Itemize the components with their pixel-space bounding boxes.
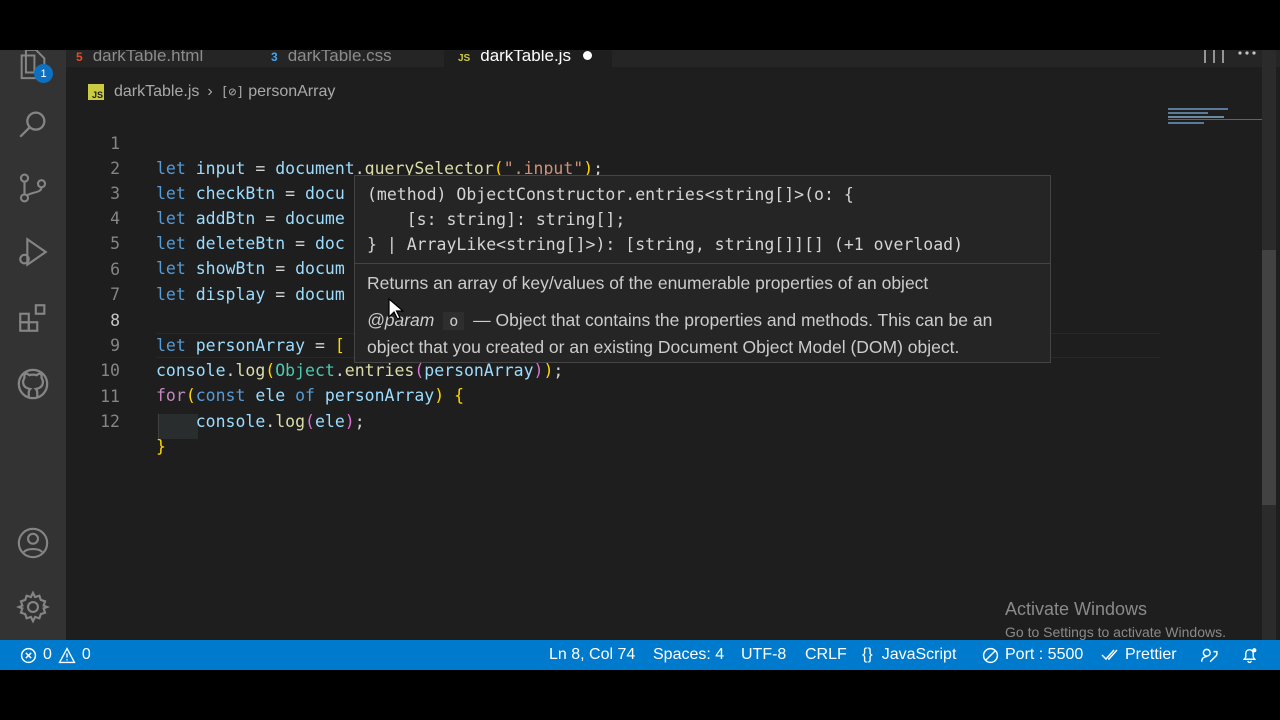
run-debug-icon[interactable] — [13, 232, 53, 272]
search-icon[interactable] — [13, 104, 53, 144]
vscode-window: 1 5 darkTable.html 3 darkTable.css JS da… — [0, 50, 1280, 670]
breadcrumb: JS darkTable.js › [⊘] personArray — [88, 80, 335, 104]
code-line-11: console.log(ele); — [195, 412, 365, 431]
warning-icon — [58, 646, 76, 663]
watermark-title: Activate Windows — [1005, 599, 1148, 619]
settings-gear-icon[interactable] — [13, 587, 53, 627]
notifications-bell-icon[interactable] — [1241, 640, 1264, 670]
error-icon — [20, 647, 37, 663]
indentation-setting[interactable]: Spaces: 4 — [653, 640, 724, 670]
css3-icon: 3 — [271, 50, 278, 64]
watermark-subtitle: Go to Settings to activate Windows. — [1005, 624, 1226, 640]
hover-tooltip: (method) ObjectConstructor.entries<strin… — [354, 175, 1051, 363]
double-check-icon — [1101, 649, 1118, 661]
tab-darktable-html[interactable]: 5 darkTable.html — [76, 50, 261, 67]
breadcrumb-symbol[interactable]: personArray — [248, 83, 335, 101]
more-actions-icon[interactable] — [1238, 50, 1256, 56]
code-line[interactable]: 2 let checkBtn = docu — [66, 131, 1166, 203]
js-file-icon: JS — [458, 53, 471, 64]
method-description: Returns an array of key/values of the en… — [367, 273, 929, 293]
prettier-status[interactable]: Prettier — [1101, 640, 1177, 670]
github-icon[interactable] — [13, 364, 53, 404]
html5-icon: 5 — [76, 50, 83, 64]
line-number: 12 — [100, 412, 120, 431]
source-control-icon[interactable] — [13, 168, 53, 208]
breadcrumb-file[interactable]: darkTable.js — [114, 83, 199, 101]
editor-actions — [1204, 50, 1256, 67]
no-entry-icon — [982, 647, 999, 663]
js-file-icon: JS — [88, 84, 104, 100]
problems-indicator[interactable]: 0 0 — [20, 640, 91, 670]
split-editor-icon[interactable] — [1204, 50, 1224, 63]
method-signature: (method) ObjectConstructor.entries<strin… — [367, 185, 964, 254]
encoding-setting[interactable]: UTF-8 — [741, 640, 786, 670]
tab-darktable-js[interactable]: JS darkTable.js — [444, 50, 612, 67]
editor-tab-bar: 5 darkTable.html 3 darkTable.css JS dark… — [66, 50, 1280, 67]
minimap[interactable] — [1166, 106, 1262, 186]
language-mode[interactable]: {} JavaScript — [862, 640, 956, 670]
param-doc-line2: object that you created or an existing D… — [367, 337, 960, 357]
unsaved-dot-icon[interactable] — [582, 51, 592, 60]
feedback-icon[interactable] — [1200, 640, 1224, 670]
extensions-icon[interactable] — [13, 298, 53, 338]
cursor-position[interactable]: Ln 8, Col 74 — [549, 640, 635, 670]
code-line[interactable]: 12 } — [66, 384, 1166, 456]
eol-setting[interactable]: CRLF — [805, 640, 847, 670]
tooltip-divider — [355, 263, 1050, 264]
activity-bar: 1 — [0, 50, 66, 640]
param-doc: @param o — Object that contains the prop… — [367, 310, 993, 330]
mouse-pointer-icon — [388, 298, 404, 320]
status-bar: 0 0 Ln 8, Col 74 Spaces: 4 UTF-8 CRLF {}… — [0, 640, 1280, 670]
variable-symbol-icon: [⊘] — [220, 84, 245, 100]
braces-icon: {} — [862, 646, 873, 663]
chevron-right-icon: › — [207, 83, 213, 100]
scrollbar-thumb[interactable] — [1262, 250, 1276, 505]
code-line-12: } — [156, 437, 166, 456]
live-server-port[interactable]: Port : 5500 — [982, 640, 1083, 670]
explorer-badge: 1 — [34, 64, 53, 83]
tab-darktable-css[interactable]: 3 darkTable.css — [271, 50, 446, 67]
code-line[interactable]: 1 let input = document.querySelector(".i… — [66, 106, 1166, 178]
activate-windows-watermark: Activate Windows Go to Settings to activ… — [1005, 599, 1226, 640]
account-icon[interactable] — [13, 523, 53, 563]
